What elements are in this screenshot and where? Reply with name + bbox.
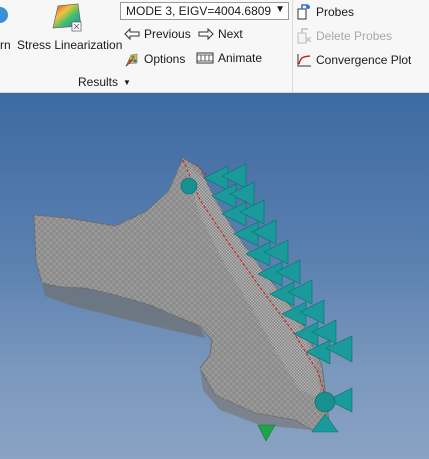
mode-select[interactable]: MODE 3, EIGV=4004.6809 ▼: [120, 2, 289, 20]
previous-label: Previous: [144, 27, 191, 41]
mode-select-value: MODE 3, EIGV=4004.6809: [126, 4, 272, 18]
ribbon-toolbar: rn Stress Linearization MODE 3, EIGV=400…: [0, 0, 429, 93]
next-button[interactable]: Next: [198, 27, 243, 41]
probes-label: Probes: [316, 5, 355, 19]
toolbar-separator: [292, 0, 293, 92]
probes-button[interactable]: Probes: [296, 4, 354, 20]
arrow-right-icon: [198, 28, 214, 40]
delete-probes-button[interactable]: Delete Probes: [296, 28, 392, 44]
options-label: Options: [144, 52, 186, 66]
results-group-menu[interactable]: Results ▼: [78, 75, 131, 89]
convergence-plot-label: Convergence Plot: [316, 53, 412, 67]
film-strip-icon: [196, 52, 214, 64]
animate-label: Animate: [218, 51, 263, 65]
convergence-plot-icon: [297, 54, 311, 67]
convergence-plot-button[interactable]: Convergence Plot: [296, 52, 411, 68]
stress-linearization-icon: [52, 3, 82, 32]
model-viewport[interactable]: [0, 93, 429, 459]
load-arrow: [257, 424, 276, 442]
arrow-left-icon: [124, 28, 140, 40]
next-label: Next: [218, 27, 243, 41]
palette-icon: [125, 53, 138, 67]
delete-probes-label: Delete Probes: [316, 29, 393, 43]
animate-button[interactable]: Animate: [196, 51, 262, 65]
chevron-down-icon: ▼: [123, 77, 131, 87]
probe-icon: [297, 4, 310, 20]
stress-tool-icon: [0, 7, 8, 23]
options-button[interactable]: Options: [124, 51, 185, 67]
results-group-label: Results: [78, 75, 119, 89]
previous-button[interactable]: Previous: [124, 27, 191, 41]
stress-tool-label: rn: [0, 38, 11, 52]
stress-linearization-label: Stress Linearization: [17, 38, 123, 52]
stress-tool-button[interactable]: [0, 2, 14, 32]
fem-model: [33, 157, 353, 442]
delete-probe-icon: [297, 28, 312, 44]
dropdown-arrow-icon: ▼: [275, 4, 285, 15]
